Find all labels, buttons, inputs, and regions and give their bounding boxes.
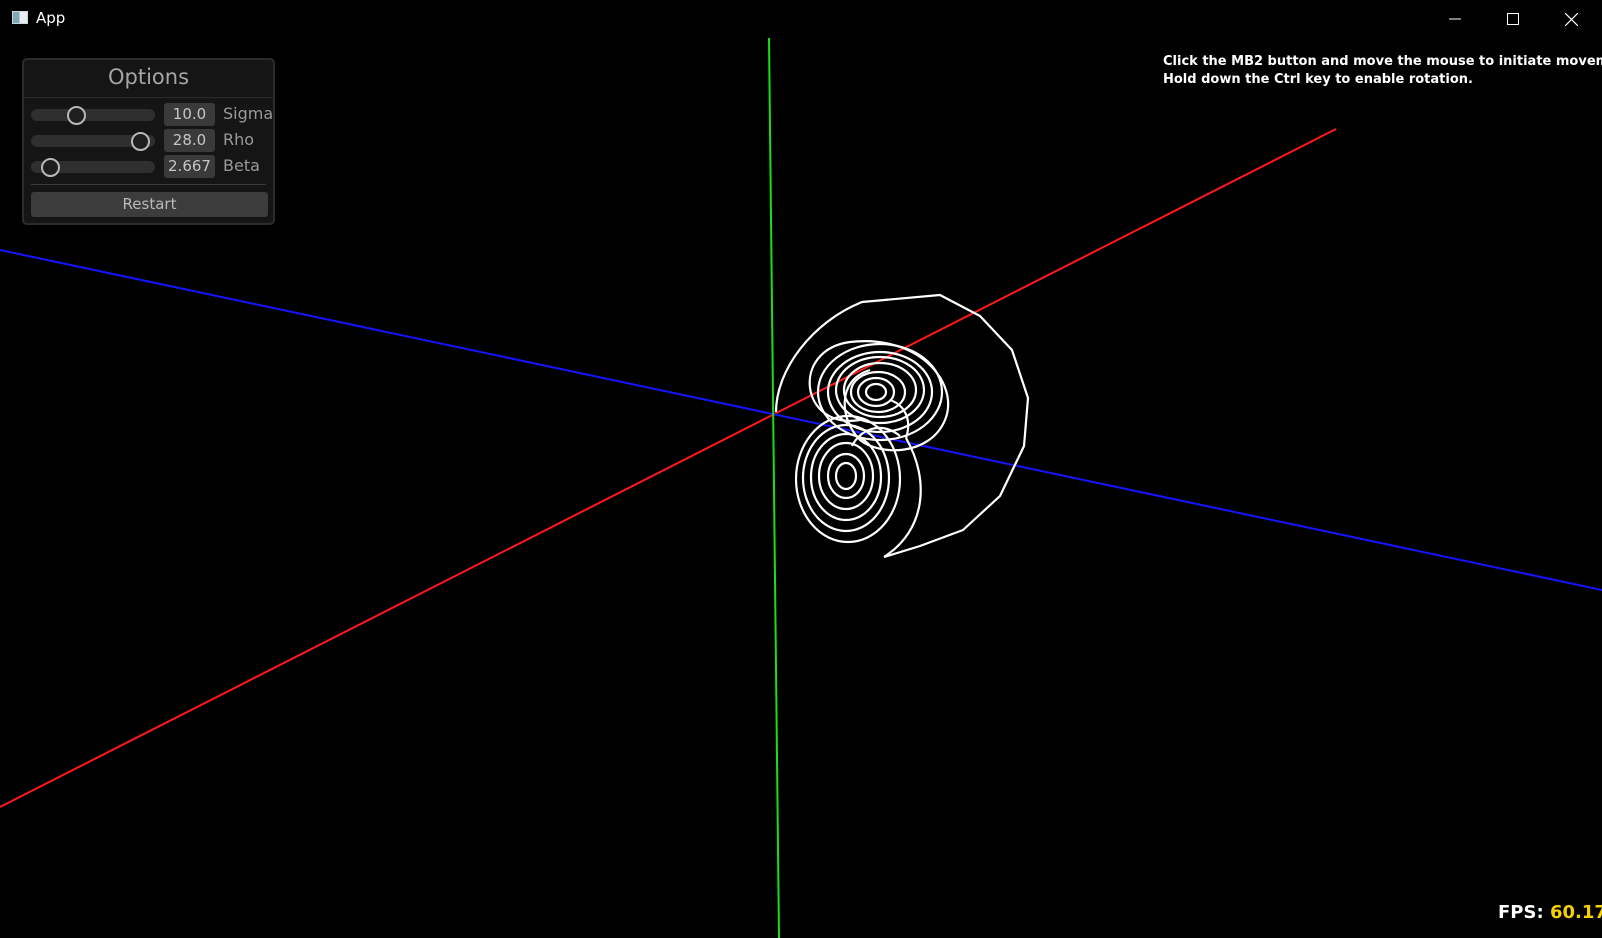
lorenz-attractor-curve	[774, 293, 1030, 559]
rho-label: Rho	[223, 130, 255, 149]
panel-title-divider	[24, 97, 273, 98]
close-icon	[1564, 12, 1578, 26]
rho-slider[interactable]	[31, 132, 155, 151]
controls-hint: Click the MB2 button and move the mouse …	[1163, 53, 1602, 89]
sigma-label: Sigma	[223, 104, 274, 123]
y-axis-line	[768, 37, 780, 938]
beta-label: Beta	[223, 156, 260, 175]
hint-line-2: Hold down the Ctrl key to enable rotatio…	[1163, 72, 1473, 87]
window-title: App	[36, 9, 66, 27]
title-bar[interactable]: App	[0, 0, 1602, 38]
maximize-button[interactable]	[1484, 0, 1542, 38]
close-button[interactable]	[1542, 0, 1600, 38]
sigma-value-field[interactable]: 10.0	[164, 103, 215, 126]
beta-slider-knob[interactable]	[41, 158, 60, 177]
restart-button[interactable]: Restart	[31, 192, 268, 217]
app-window: App Options 10.0 Sigma 28.0 Rho 2.667 Be…	[0, 0, 1602, 938]
x-axis-line	[0, 128, 1337, 808]
minimize-icon	[1449, 18, 1461, 20]
minimize-button[interactable]	[1426, 0, 1484, 38]
maximize-icon	[1507, 13, 1519, 25]
fps-value: 60.17	[1549, 902, 1602, 923]
beta-row: 2.667 Beta	[31, 155, 271, 178]
options-panel-title: Options	[107, 65, 190, 89]
rho-slider-knob[interactable]	[131, 132, 150, 151]
beta-slider[interactable]	[31, 158, 155, 177]
z-axis-line	[0, 249, 1602, 591]
app-window-icon	[12, 11, 28, 24]
sigma-slider-knob[interactable]	[67, 106, 86, 125]
hint-line-1: Click the MB2 button and move the mouse …	[1163, 54, 1602, 69]
fps-counter: FPS: 60.17	[1498, 902, 1602, 923]
rho-value-field[interactable]: 28.0	[164, 129, 215, 152]
options-panel[interactable]: Options 10.0 Sigma 28.0 Rho 2.667 Beta R…	[22, 58, 275, 225]
sigma-slider[interactable]	[31, 106, 155, 125]
panel-divider	[31, 184, 266, 185]
sigma-row: 10.0 Sigma	[31, 103, 274, 126]
beta-value-field[interactable]: 2.667	[164, 155, 215, 178]
rho-row: 28.0 Rho	[31, 129, 271, 152]
fps-label: FPS:	[1498, 902, 1544, 923]
